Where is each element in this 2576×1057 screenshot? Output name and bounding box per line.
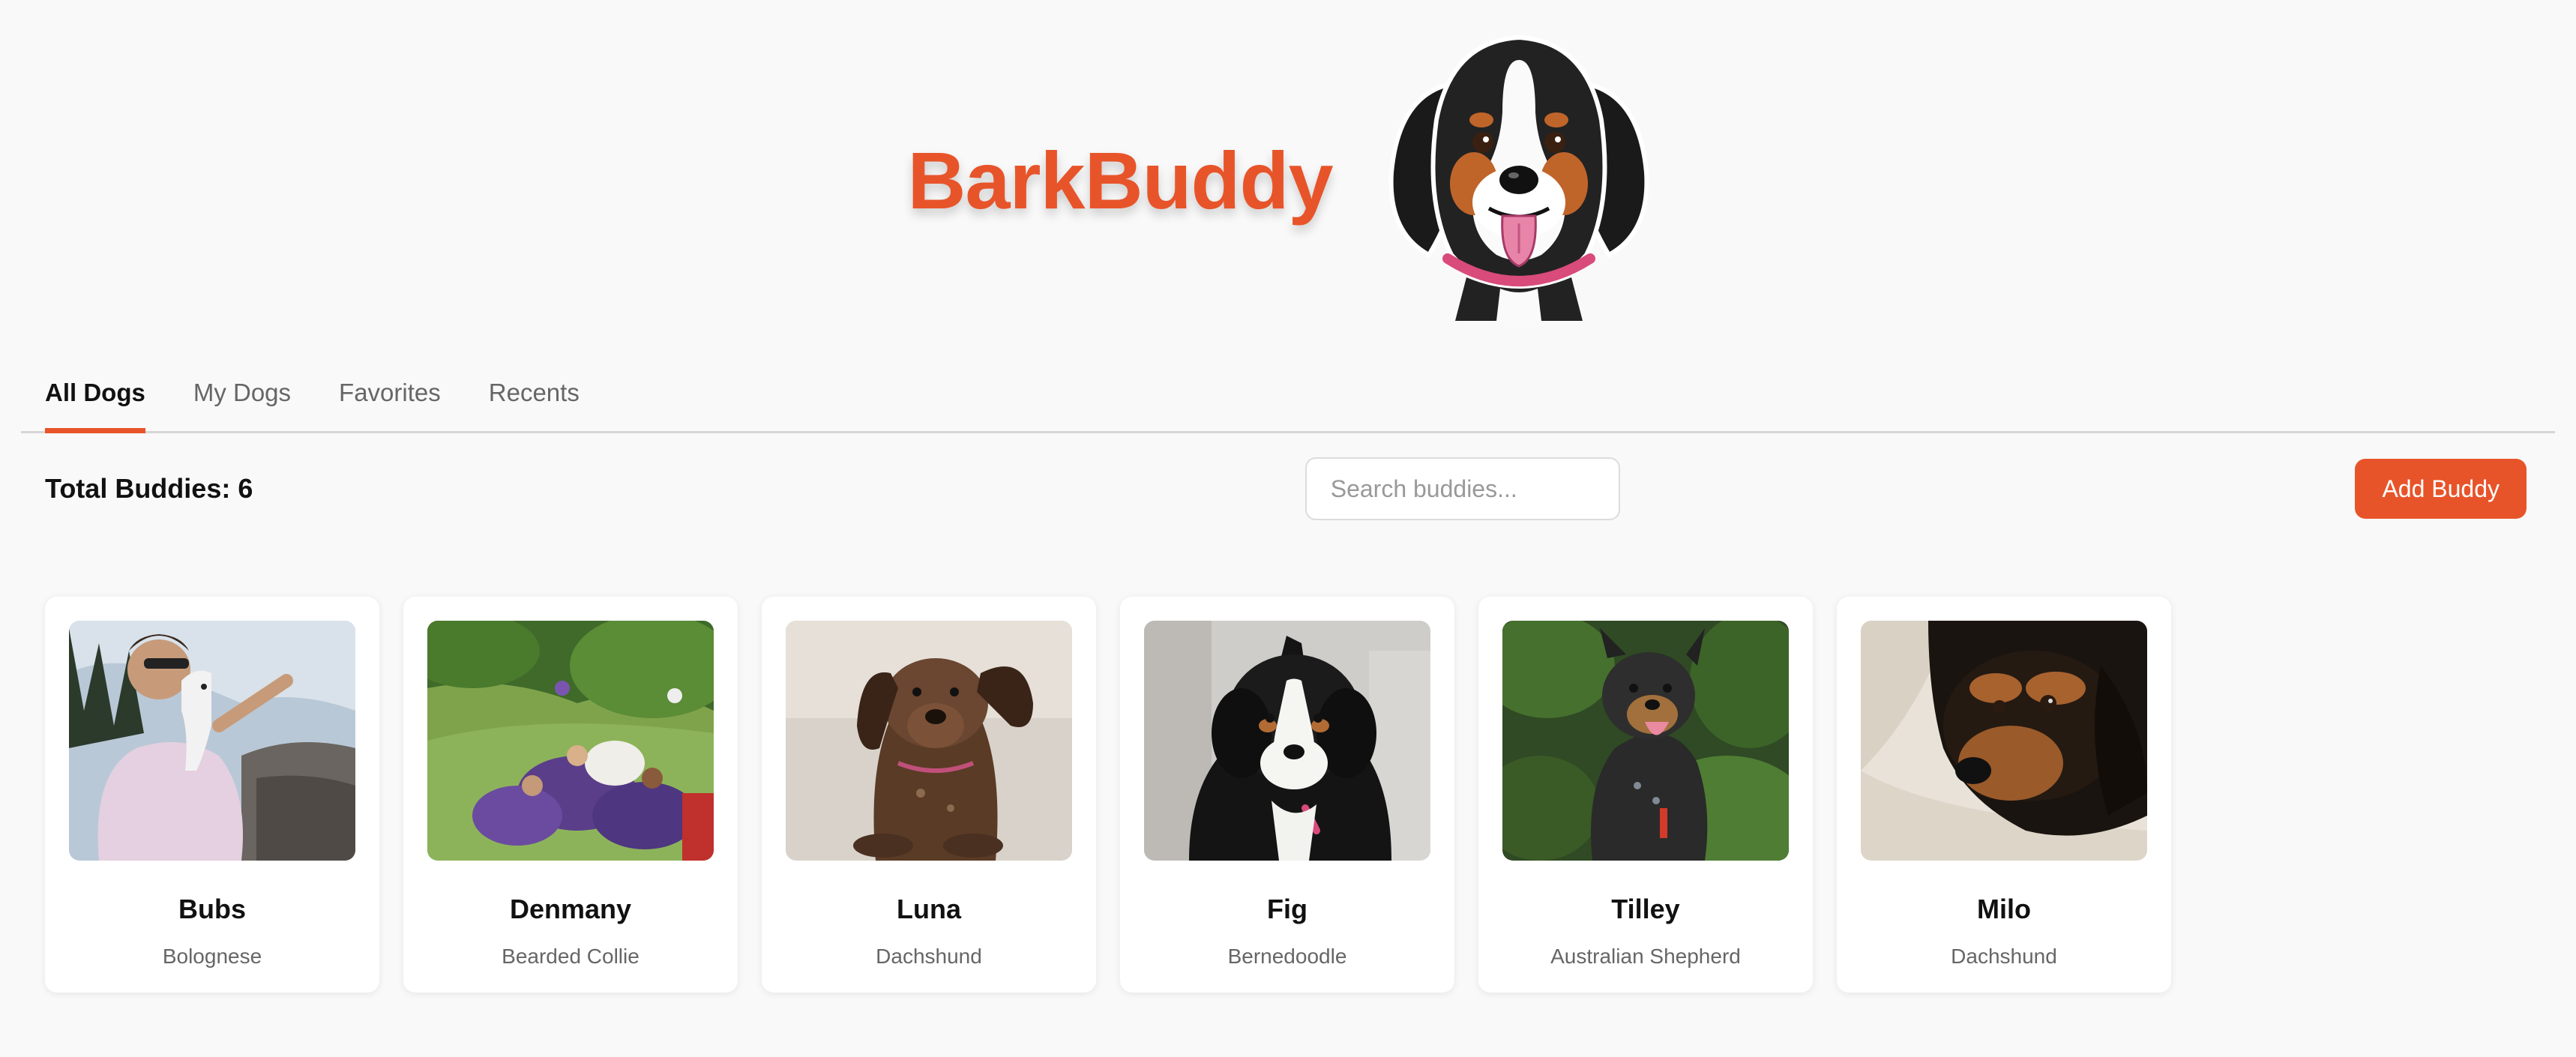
dog-breed: Bolognese: [162, 945, 262, 968]
dog-name: Milo: [1977, 894, 2031, 924]
total-buddies-count: Total Buddies: 6: [45, 473, 253, 504]
dog-breed: Bernedoodle: [1227, 945, 1347, 968]
dog-breed: Australian Shepherd: [1550, 945, 1741, 968]
dog-breed: Dachshund: [1951, 945, 2057, 968]
app-title: BarkBuddy: [907, 134, 1333, 226]
dog-name: Fig: [1267, 894, 1307, 924]
dog-photo: [1502, 621, 1789, 861]
toolbar: Total Buddies: 6 Add Buddy: [45, 457, 2527, 520]
dog-card[interactable]: Tilley Australian Shepherd: [1478, 597, 1813, 993]
tab-all-dogs[interactable]: All Dogs: [45, 379, 145, 433]
tab-my-dogs[interactable]: My Dogs: [193, 379, 291, 431]
dog-card[interactable]: Fig Bernedoodle: [1120, 597, 1454, 993]
dog-filter-tabs: All Dogs My Dogs Favorites Recents: [21, 358, 2555, 433]
dog-breed: Bearded Collie: [502, 945, 640, 968]
dog-breed: Dachshund: [876, 945, 982, 968]
dog-name: Luna: [897, 894, 961, 924]
dog-card[interactable]: Bubs Bolognese: [45, 597, 379, 993]
tab-favorites[interactable]: Favorites: [339, 379, 441, 431]
dog-name: Bubs: [178, 894, 246, 924]
dog-logo-icon: [1388, 34, 1649, 321]
dog-photo: [69, 621, 355, 861]
dog-photo: [1861, 621, 2147, 861]
app-page: BarkBuddy All Dogs My Dogs Favorites Rec…: [0, 0, 2576, 1057]
dog-photo: [427, 621, 714, 861]
dog-photo: [1144, 621, 1430, 861]
search-input[interactable]: [1304, 457, 1620, 520]
dog-card[interactable]: Denmany Bearded Collie: [403, 597, 738, 993]
app-header: BarkBuddy: [0, 30, 2576, 322]
add-buddy-button[interactable]: Add Buddy: [2355, 459, 2527, 519]
dog-photo: [786, 621, 1072, 861]
dog-card[interactable]: Luna Dachshund: [762, 597, 1096, 993]
dog-card-grid: Bubs Bolognese Denmany Bearded Collie Lu…: [45, 597, 2171, 993]
dog-name: Denmany: [509, 894, 632, 924]
dog-name: Tilley: [1611, 894, 1680, 924]
tab-recents[interactable]: Recents: [489, 379, 580, 431]
dog-card[interactable]: Milo Dachshund: [1837, 597, 2171, 993]
